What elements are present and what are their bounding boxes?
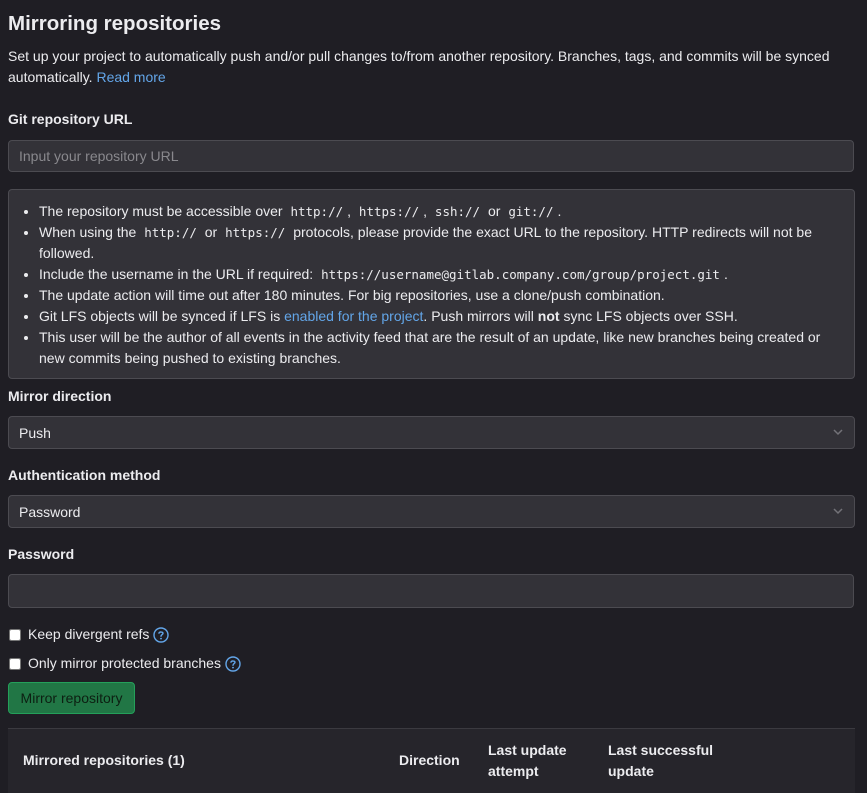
mirrored-repos-table-header: Mirrored repositories (1) Direction Last… xyxy=(8,728,855,793)
question-help-icon[interactable] xyxy=(225,655,241,672)
mirroring-settings-panel: Mirroring repositories Set up your proje… xyxy=(0,0,867,793)
auth-method-label: Authentication method xyxy=(8,467,161,483)
password-input[interactable] xyxy=(8,574,854,608)
mirror-direction-value: Push xyxy=(19,425,51,441)
help-item: This user will be the author of all even… xyxy=(39,327,834,369)
lfs-enabled-link[interactable]: enabled for the project xyxy=(284,308,423,324)
help-item: When using the http:// or https:// proto… xyxy=(39,222,834,264)
url-label: Git repository URL xyxy=(8,111,133,127)
keep-divergent-label[interactable]: Keep divergent refs xyxy=(28,624,149,645)
col-last-update-attempt: Last update attempt xyxy=(488,742,567,779)
mirror-direction-select[interactable]: Push xyxy=(8,416,855,449)
repository-url-input[interactable] xyxy=(8,140,854,172)
chevron-down-icon xyxy=(833,429,843,436)
help-item: Git LFS objects will be synced if LFS is… xyxy=(39,306,834,327)
auth-method-select[interactable]: Password xyxy=(8,495,855,528)
help-item: The update action will time out after 18… xyxy=(39,285,834,306)
page-title: Mirroring repositories xyxy=(8,12,222,35)
col-mirrored-repos: Mirrored repositories (1) xyxy=(23,752,185,768)
col-direction: Direction xyxy=(399,752,460,768)
help-item: The repository must be accessible over h… xyxy=(39,201,834,222)
page-description: Set up your project to automatically pus… xyxy=(8,46,858,88)
auth-method-value: Password xyxy=(19,504,81,520)
chevron-down-icon xyxy=(833,508,843,515)
col-last-successful-update: Last successful update xyxy=(608,742,714,779)
mirror-repository-button[interactable]: Mirror repository xyxy=(8,682,135,714)
keep-divergent-option: Keep divergent refs xyxy=(8,624,170,645)
only-protected-option: Only mirror protected branches xyxy=(8,653,241,674)
only-protected-label[interactable]: Only mirror protected branches xyxy=(28,653,221,674)
mirror-direction-label: Mirror direction xyxy=(8,388,112,404)
password-label: Password xyxy=(8,546,75,562)
only-protected-checkbox[interactable] xyxy=(9,657,21,670)
keep-divergent-checkbox[interactable] xyxy=(9,628,21,641)
help-list: The repository must be accessible over h… xyxy=(9,190,854,369)
read-more-link[interactable]: Read more xyxy=(96,69,165,85)
question-help-icon[interactable] xyxy=(153,626,170,643)
url-help-box: The repository must be accessible over h… xyxy=(8,189,855,379)
help-item: Include the username in the URL if requi… xyxy=(39,264,834,285)
